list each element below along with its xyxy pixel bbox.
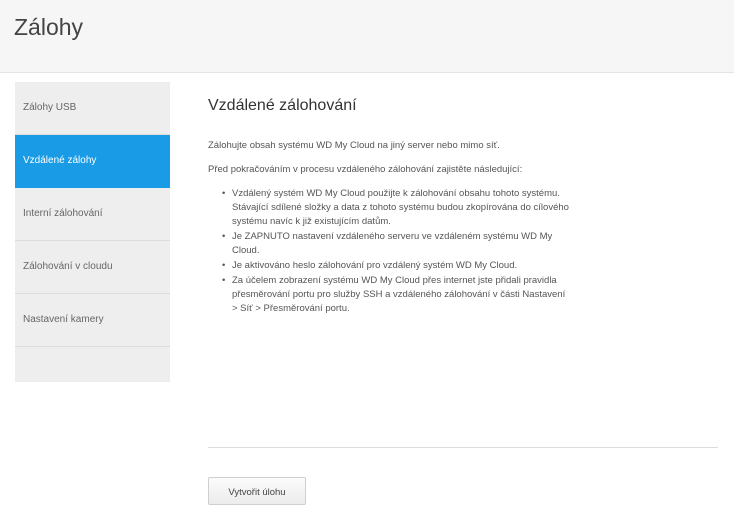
page-title: Zálohy <box>14 14 84 40</box>
list-item: Je ZAPNUTO nastavení vzdáleného serveru … <box>222 230 572 258</box>
sidebar-item-cloud-backups[interactable]: Zálohování v cloudu <box>15 241 170 294</box>
list-item: Vzdálený systém WD My Cloud použijte k z… <box>222 187 572 229</box>
intro-text: Zálohujte obsah systému WD My Cloud na j… <box>208 140 500 151</box>
sidebar-item-camera-settings[interactable]: Nastavení kamery <box>15 294 170 347</box>
sidebar: Zálohy USB Vzdálené zálohy Interní záloh… <box>15 82 170 382</box>
create-job-button[interactable]: Vytvořit úlohu <box>208 477 306 505</box>
section-title: Vzdálené zálohování <box>208 97 357 114</box>
sidebar-item-remote-backups[interactable]: Vzdálené zálohy <box>15 135 170 188</box>
sidebar-item-internal-backups[interactable]: Interní zálohování <box>15 188 170 241</box>
prerequisites-list: Vzdálený systém WD My Cloud použijte k z… <box>208 187 718 316</box>
prerequisites-text: Před pokračováním v procesu vzdáleného z… <box>208 164 523 175</box>
list-item: Je aktivováno heslo zálohování pro vzdál… <box>222 259 572 273</box>
divider <box>208 447 718 448</box>
header-bar: Zálohy <box>0 0 734 73</box>
list-item: Za účelem zobrazení systému WD My Cloud … <box>222 274 572 316</box>
sidebar-item-usb-backups[interactable]: Zálohy USB <box>15 82 170 135</box>
main-content: Vzdálené zálohování Zálohujte obsah syst… <box>208 82 718 317</box>
